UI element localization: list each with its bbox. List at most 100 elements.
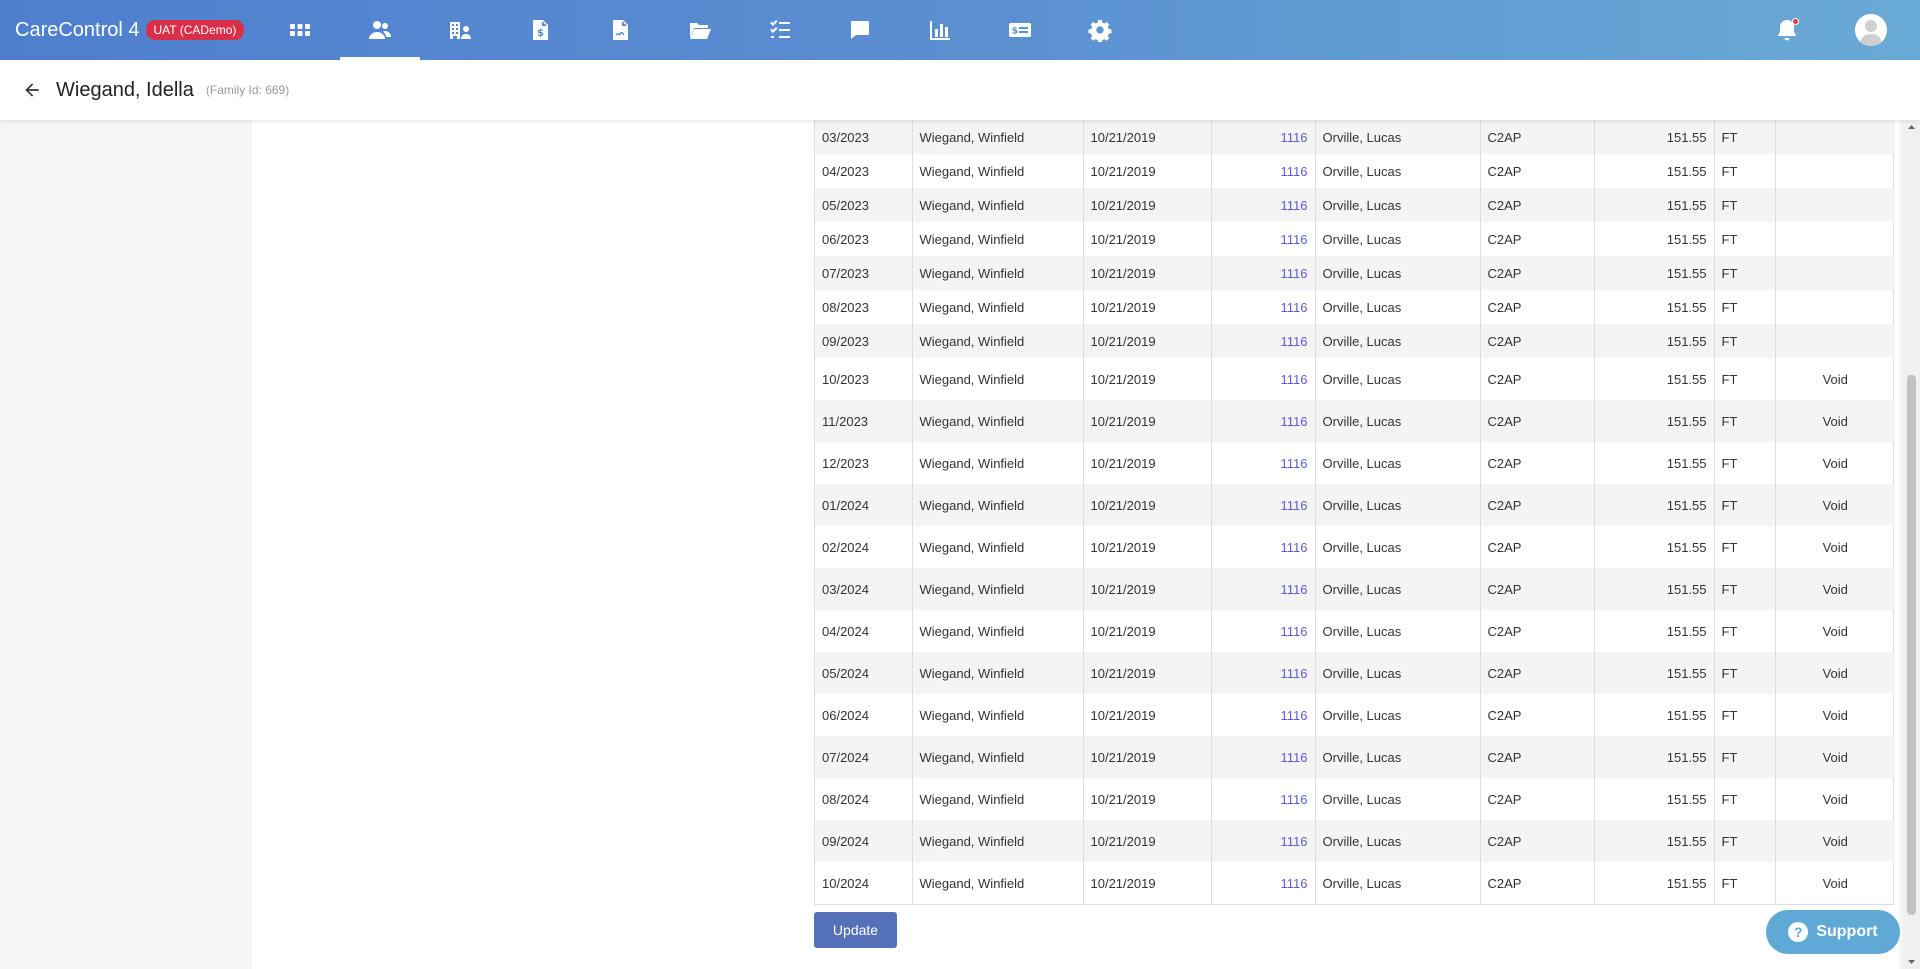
cell-program: C2AP (1480, 484, 1595, 526)
cell-provider: Orville, Lucas (1315, 324, 1481, 358)
cell-id[interactable]: 1116 (1211, 154, 1316, 188)
cell-id[interactable]: 1116 (1211, 526, 1316, 568)
app-title[interactable]: CareControl 4 (15, 19, 140, 42)
nav-tasks[interactable] (740, 0, 820, 60)
cell-id[interactable]: 1116 (1211, 652, 1316, 694)
cell-id[interactable]: 1116 (1211, 188, 1316, 222)
table-row: 01/2024 Wiegand, Winfield 10/21/2019 1116 Or… (815, 484, 1895, 526)
billing-icon: $ (533, 20, 548, 40)
folder-icon (690, 23, 711, 39)
nav-billing[interactable]: $ (500, 0, 580, 60)
cell-amount: 151.55 (1594, 120, 1715, 154)
settings-icon (1088, 19, 1112, 42)
apps-grid-icon (290, 24, 310, 36)
cell-child: Wiegand, Winfield (912, 736, 1084, 778)
cell-period: 02/2024 (815, 526, 913, 568)
nav-families[interactable] (340, 0, 420, 60)
cell-id[interactable]: 1116 (1211, 442, 1316, 484)
nav-contracts[interactable] (580, 0, 660, 60)
cell-id[interactable]: 1116 (1211, 484, 1316, 526)
nav-providers[interactable] (420, 0, 500, 60)
cell-id[interactable]: 1116 (1211, 694, 1316, 736)
cell-child: Wiegand, Winfield (912, 526, 1084, 568)
notifications-button[interactable] (1775, 18, 1801, 44)
cell-schedule: FT (1714, 120, 1776, 154)
support-button[interactable]: ? Support (1766, 910, 1900, 954)
table-row: 03/2024 Wiegand, Winfield 10/21/2019 1116 Or… (815, 568, 1895, 610)
cell-date: 10/21/2019 (1083, 120, 1212, 154)
messages-icon (851, 21, 869, 39)
providers-icon (450, 22, 471, 39)
nav-apps-grid[interactable] (260, 0, 340, 60)
cell-provider: Orville, Lucas (1315, 154, 1481, 188)
user-avatar[interactable] (1855, 14, 1887, 46)
cell-schedule: FT (1714, 610, 1776, 652)
cell-program: C2AP (1480, 778, 1595, 820)
cell-provider: Orville, Lucas (1315, 256, 1481, 290)
table-row: 06/2023 Wiegand, Winfield 10/21/2019 1116 Or… (815, 222, 1895, 256)
cell-provider: Orville, Lucas (1315, 526, 1481, 568)
cell-id[interactable]: 1116 (1211, 358, 1316, 400)
cell-provider: Orville, Lucas (1315, 188, 1481, 222)
cell-provider: Orville, Lucas (1315, 568, 1481, 610)
cell-provider: Orville, Lucas (1315, 862, 1481, 904)
cell-period: 04/2023 (815, 154, 913, 188)
cell-date: 10/21/2019 (1083, 400, 1212, 442)
cell-provider: Orville, Lucas (1315, 484, 1481, 526)
cell-id[interactable]: 1116 (1211, 568, 1316, 610)
scroll-down-icon[interactable] (1903, 954, 1920, 969)
scrollbar-thumb[interactable] (1907, 375, 1916, 915)
cell-period: 05/2024 (815, 652, 913, 694)
cell-id[interactable]: 1116 (1211, 610, 1316, 652)
cell-date: 10/21/2019 (1083, 652, 1212, 694)
cell-amount: 151.55 (1594, 442, 1715, 484)
cell-provider: Orville, Lucas (1315, 400, 1481, 442)
cell-amount: 151.55 (1594, 290, 1715, 324)
environment-badge: UAT (CADemo) (145, 20, 245, 40)
cell-status (1775, 120, 1895, 154)
cell-id[interactable]: 1116 (1211, 736, 1316, 778)
nav-reports[interactable] (900, 0, 980, 60)
cell-id[interactable]: 1116 (1211, 324, 1316, 358)
cell-id[interactable]: 1116 (1211, 290, 1316, 324)
cell-id[interactable]: 1116 (1211, 120, 1316, 154)
cell-date: 10/21/2019 (1083, 154, 1212, 188)
nav-payments[interactable]: $ (980, 0, 1060, 60)
cell-id[interactable]: 1116 (1211, 222, 1316, 256)
cell-provider: Orville, Lucas (1315, 820, 1481, 862)
cell-schedule: FT (1714, 862, 1776, 904)
cell-date: 10/21/2019 (1083, 778, 1212, 820)
cell-program: C2AP (1480, 256, 1595, 290)
nav-messages[interactable] (820, 0, 900, 60)
user-icon (1855, 14, 1887, 46)
nav-documents[interactable] (660, 0, 740, 60)
cell-program: C2AP (1480, 400, 1595, 442)
cell-id[interactable]: 1116 (1211, 400, 1316, 442)
table-row: 07/2023 Wiegand, Winfield 10/21/2019 1116 Or… (815, 256, 1895, 290)
cell-id[interactable]: 1116 (1211, 256, 1316, 290)
update-button[interactable]: Update (814, 912, 897, 948)
back-button[interactable] (22, 80, 42, 100)
cell-provider: Orville, Lucas (1315, 736, 1481, 778)
table-row: 10/2023 Wiegand, Winfield 10/21/2019 1116 Or… (815, 358, 1895, 400)
table-row: 08/2024 Wiegand, Winfield 10/21/2019 1116 Or… (815, 778, 1895, 820)
cell-status (1775, 154, 1895, 188)
cell-id[interactable]: 1116 (1211, 778, 1316, 820)
cell-period: 09/2023 (815, 324, 913, 358)
cell-period: 12/2023 (815, 442, 913, 484)
cell-status: Void (1822, 707, 1848, 723)
family-header: Wiegand, Idella (Family Id: 669) (0, 60, 1920, 120)
cell-amount: 151.55 (1594, 188, 1715, 222)
cell-period: 10/2023 (815, 358, 913, 400)
cell-program: C2AP (1480, 442, 1595, 484)
cell-id[interactable]: 1116 (1211, 862, 1316, 904)
cell-child: Wiegand, Winfield (912, 694, 1084, 736)
nav-settings[interactable] (1060, 0, 1140, 60)
page-scrollbar[interactable] (1903, 120, 1920, 969)
cell-date: 10/21/2019 (1083, 862, 1212, 904)
cell-period: 09/2024 (815, 820, 913, 862)
cell-date: 10/21/2019 (1083, 188, 1212, 222)
scroll-up-icon[interactable] (1903, 120, 1920, 135)
cell-program: C2AP (1480, 324, 1595, 358)
cell-id[interactable]: 1116 (1211, 820, 1316, 862)
